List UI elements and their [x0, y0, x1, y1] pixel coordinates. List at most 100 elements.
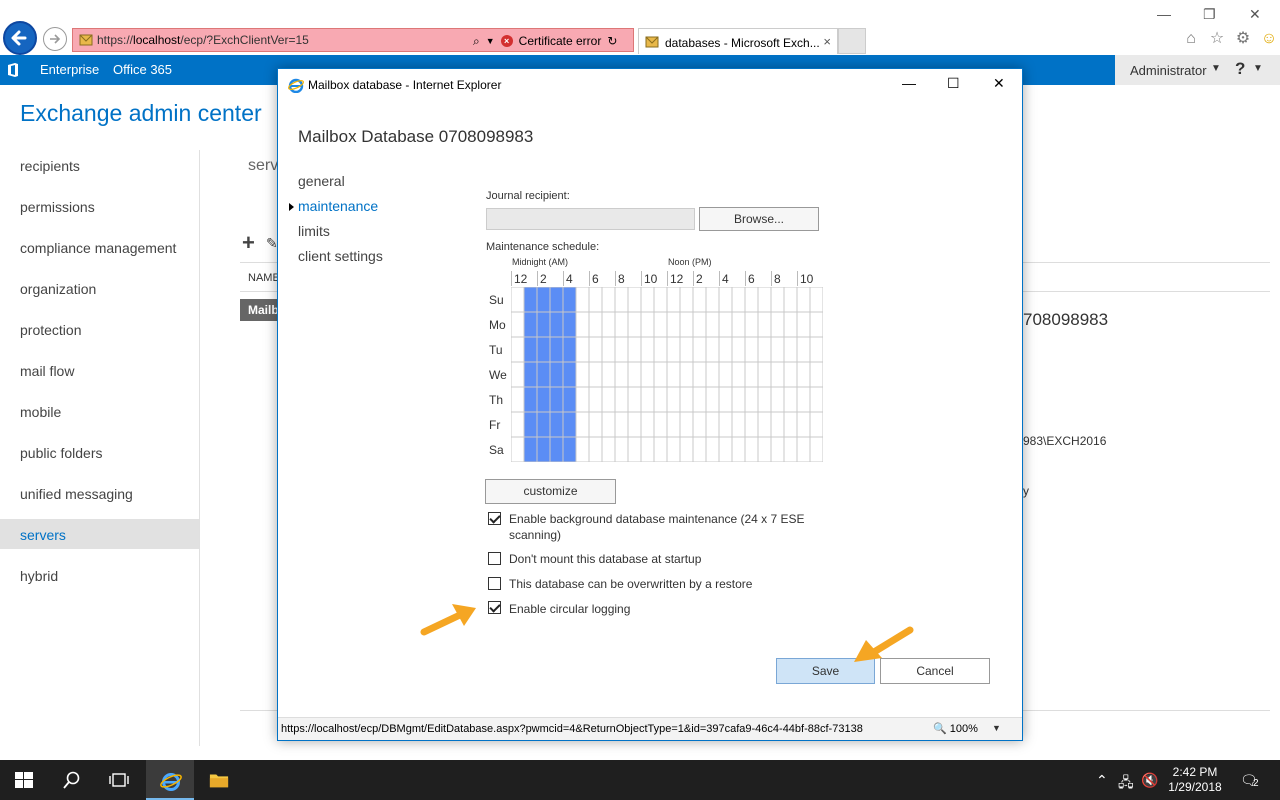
schedule-cell[interactable]: [536, 386, 551, 413]
schedule-cell[interactable]: [536, 336, 551, 363]
schedule-cell[interactable]: [523, 287, 538, 313]
bg-tab-servers[interactable]: serv: [248, 157, 278, 175]
journal-recipient-input[interactable]: [486, 208, 695, 230]
schedule-cell[interactable]: [588, 287, 603, 313]
schedule-cell[interactable]: [770, 311, 785, 338]
nav-item-mail-flow[interactable]: mail flow: [20, 363, 74, 379]
schedule-cell[interactable]: [809, 287, 823, 313]
restore-icon[interactable]: ❐: [1203, 6, 1216, 23]
schedule-cell[interactable]: [653, 336, 668, 363]
schedule-cell[interactable]: [679, 386, 694, 413]
zoom-chevron-down-icon[interactable]: ▼: [992, 723, 1001, 733]
schedule-cell[interactable]: [511, 436, 525, 462]
schedule-cell[interactable]: [511, 287, 525, 313]
minimize-icon[interactable]: —: [1157, 6, 1171, 22]
schedule-cell[interactable]: [575, 336, 590, 363]
nav-item-mobile[interactable]: mobile: [20, 404, 61, 420]
office365-link[interactable]: Office 365: [113, 62, 172, 77]
bg-column-name[interactable]: NAME: [248, 272, 280, 284]
schedule-cell[interactable]: [731, 386, 746, 413]
schedule-cell[interactable]: [653, 411, 668, 438]
schedule-cell[interactable]: [666, 436, 681, 462]
schedule-cell[interactable]: [718, 311, 733, 338]
schedule-cell[interactable]: [640, 311, 655, 338]
schedule-cell[interactable]: [705, 386, 720, 413]
schedule-cell[interactable]: [770, 411, 785, 438]
schedule-cell[interactable]: [523, 336, 538, 363]
schedule-cell[interactable]: [614, 386, 629, 413]
schedule-cell[interactable]: [588, 311, 603, 338]
background-maintenance-checkbox[interactable]: [488, 512, 501, 525]
schedule-cell[interactable]: [511, 411, 525, 438]
schedule-cell[interactable]: [640, 436, 655, 462]
schedule-cell[interactable]: [588, 411, 603, 438]
schedule-cell[interactable]: [783, 361, 798, 388]
schedule-cell[interactable]: [575, 436, 590, 462]
schedule-cell[interactable]: [588, 386, 603, 413]
schedule-cell[interactable]: [562, 311, 577, 338]
schedule-cell[interactable]: [588, 436, 603, 462]
schedule-cell[interactable]: [666, 287, 681, 313]
schedule-cell[interactable]: [757, 311, 772, 338]
schedule-cell[interactable]: [640, 386, 655, 413]
favorites-star-icon[interactable]: ☆: [1208, 30, 1226, 48]
schedule-cell[interactable]: [731, 287, 746, 313]
schedule-cell[interactable]: [575, 361, 590, 388]
add-icon[interactable]: +: [242, 230, 255, 256]
schedule-cell[interactable]: [796, 436, 811, 462]
schedule-cell[interactable]: [511, 336, 525, 363]
schedule-cell[interactable]: [601, 386, 616, 413]
file-explorer-icon[interactable]: [209, 770, 229, 790]
close-window-icon[interactable]: ✕: [1249, 6, 1261, 23]
schedule-cell[interactable]: [627, 311, 642, 338]
dialog-maximize-icon[interactable]: ☐: [947, 75, 960, 92]
schedule-cell[interactable]: [783, 287, 798, 313]
dialog-nav-limits[interactable]: limits: [298, 223, 330, 239]
schedule-cell[interactable]: [679, 311, 694, 338]
nav-item-organization[interactable]: organization: [20, 281, 96, 297]
schedule-cell[interactable]: [549, 411, 564, 438]
schedule-cell[interactable]: [692, 386, 707, 413]
certificate-error-label[interactable]: Certificate error: [519, 34, 602, 48]
nav-item-unified-messaging[interactable]: unified messaging: [20, 486, 133, 502]
nav-item-protection[interactable]: protection: [20, 322, 81, 338]
dialog-nav-client-settings[interactable]: client settings: [298, 248, 383, 264]
network-icon[interactable]: 🖧: [1118, 772, 1134, 796]
bg-table-row[interactable]: Mailb: [240, 299, 280, 321]
schedule-cell[interactable]: [744, 311, 759, 338]
back-button[interactable]: [3, 21, 37, 55]
search-icon[interactable]: ⌕: [473, 34, 480, 49]
schedule-cell[interactable]: [614, 311, 629, 338]
schedule-cell[interactable]: [757, 411, 772, 438]
new-tab-button[interactable]: [838, 28, 866, 54]
schedule-cell[interactable]: [679, 361, 694, 388]
schedule-cell[interactable]: [679, 336, 694, 363]
windows-start-icon[interactable]: [14, 770, 34, 790]
schedule-cell[interactable]: [653, 287, 668, 313]
schedule-cell[interactable]: [562, 287, 577, 313]
schedule-cell[interactable]: [536, 436, 551, 462]
maintenance-schedule-grid[interactable]: [511, 287, 823, 462]
schedule-cell[interactable]: [549, 287, 564, 313]
schedule-cell[interactable]: [705, 361, 720, 388]
tab-close-icon[interactable]: ×: [823, 34, 831, 49]
system-clock[interactable]: 2:42 PM 1/29/2018: [1166, 765, 1224, 795]
schedule-cell[interactable]: [627, 411, 642, 438]
schedule-cell[interactable]: [666, 336, 681, 363]
schedule-cell[interactable]: [653, 436, 668, 462]
schedule-cell[interactable]: [549, 361, 564, 388]
user-name[interactable]: Administrator: [1130, 63, 1207, 78]
schedule-cell[interactable]: [718, 386, 733, 413]
schedule-cell[interactable]: [562, 411, 577, 438]
schedule-cell[interactable]: [744, 287, 759, 313]
schedule-cell[interactable]: [679, 411, 694, 438]
schedule-cell[interactable]: [575, 386, 590, 413]
nav-item-compliance-management[interactable]: compliance management: [20, 240, 176, 256]
zoom-level[interactable]: 🔍 100%: [933, 722, 978, 735]
customize-button[interactable]: customize: [485, 479, 616, 504]
schedule-cell[interactable]: [796, 287, 811, 313]
schedule-cell[interactable]: [627, 436, 642, 462]
refresh-icon[interactable]: ↻: [607, 34, 617, 48]
schedule-cell[interactable]: [783, 386, 798, 413]
schedule-cell[interactable]: [640, 336, 655, 363]
